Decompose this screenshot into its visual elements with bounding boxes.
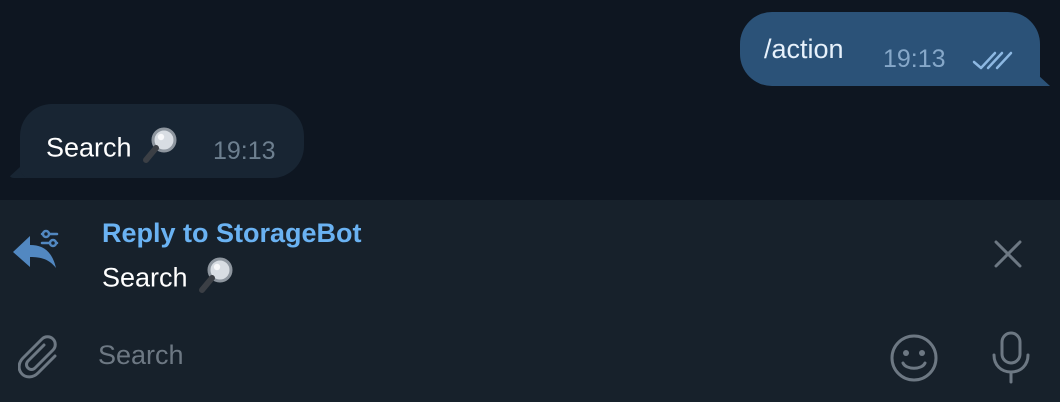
reply-preview-text: Search <box>102 262 188 293</box>
reply-arrow-icon <box>10 224 62 281</box>
outgoing-message-time: 19:13 <box>883 45 946 73</box>
emoji-icon[interactable] <box>888 332 940 389</box>
microphone-icon[interactable] <box>988 330 1034 391</box>
message-input[interactable] <box>98 330 858 380</box>
close-icon[interactable] <box>990 236 1026 277</box>
incoming-message-time: 19:13 <box>213 137 276 165</box>
outgoing-message-text: /action <box>764 34 844 64</box>
reply-title: Reply to StorageBot <box>102 218 362 248</box>
reply-preview-content: Search <box>102 255 237 304</box>
double-check-icon <box>972 48 1014 77</box>
magnifying-glass-icon <box>195 255 237 304</box>
paperclip-icon[interactable] <box>17 334 64 389</box>
magnifying-glass-icon <box>139 125 181 174</box>
incoming-message-text: Search <box>46 132 132 163</box>
incoming-message-content: Search <box>46 125 181 174</box>
